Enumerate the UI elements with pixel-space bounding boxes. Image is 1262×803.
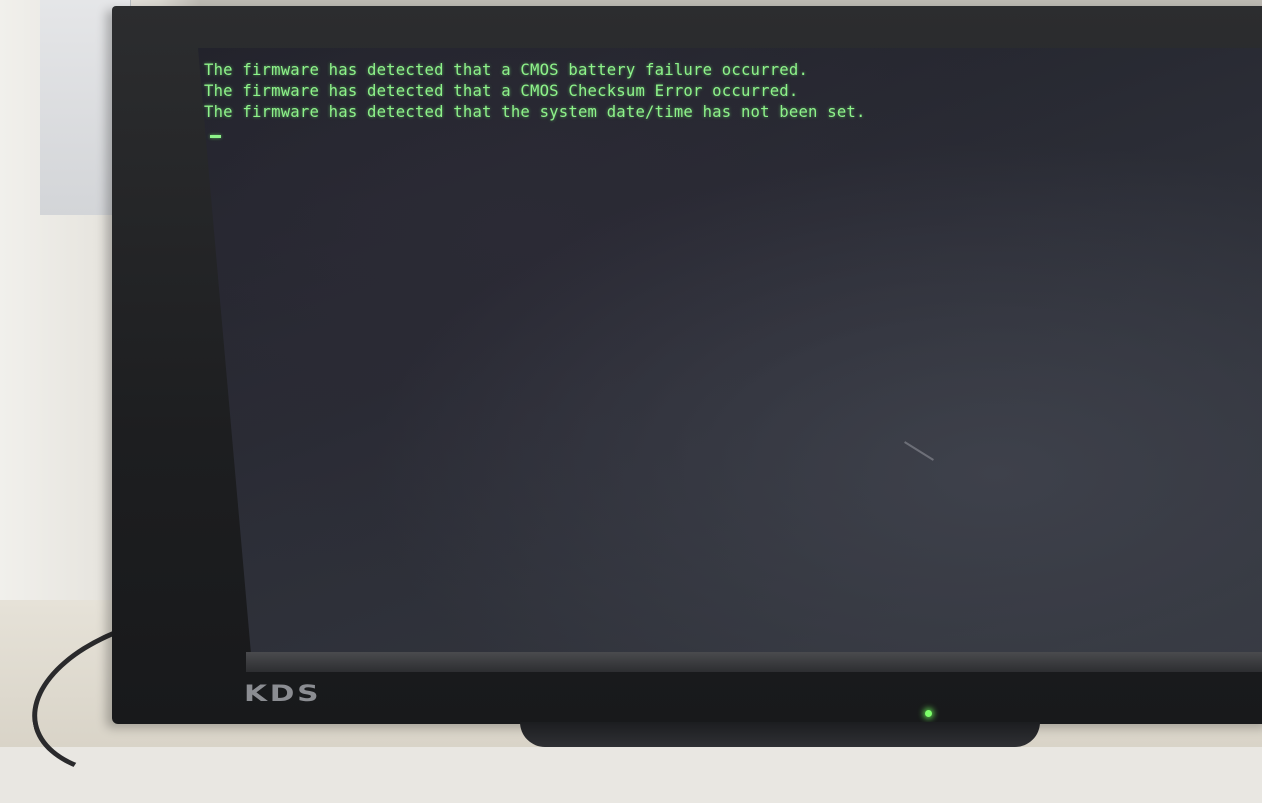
terminal-line: The firmware has detected that the syste…	[204, 103, 866, 121]
monitor-stand	[520, 722, 1040, 747]
text-cursor	[204, 123, 1244, 144]
brand-logo: KDS	[244, 682, 322, 707]
boot-terminal: The firmware has detected that a CMOS ba…	[204, 60, 1244, 144]
terminal-line: The firmware has detected that a CMOS ba…	[204, 61, 809, 79]
terminal-line: The firmware has detected that a CMOS Ch…	[204, 82, 799, 100]
power-led-icon	[925, 710, 932, 717]
monitor-bezel-lip	[246, 652, 1262, 672]
